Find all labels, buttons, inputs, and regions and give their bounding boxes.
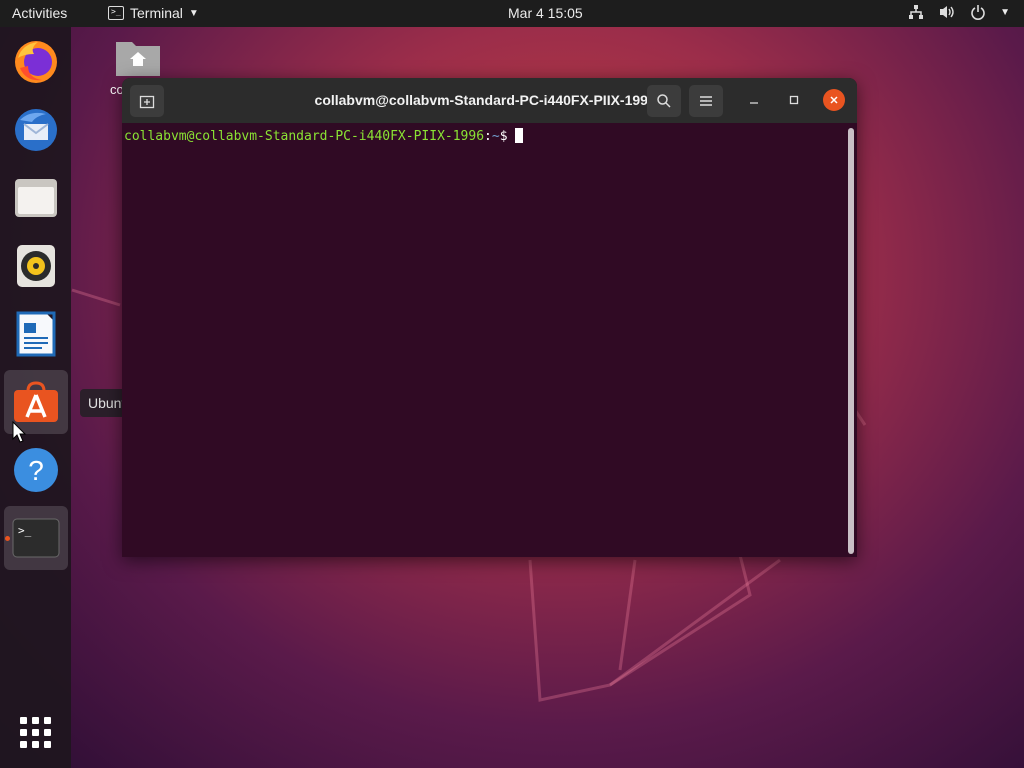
home-folder-icon — [116, 42, 160, 76]
hamburger-icon — [700, 96, 712, 106]
app-menu-label: Terminal — [130, 5, 183, 21]
scrollbar[interactable] — [848, 128, 854, 554]
maximize-button[interactable] — [783, 89, 805, 111]
terminal-icon: >_ — [108, 6, 124, 20]
clock[interactable]: Mar 4 15:05 — [508, 5, 583, 21]
close-button[interactable] — [823, 89, 845, 111]
close-icon — [830, 96, 838, 104]
prompt-symbol: $ — [499, 129, 516, 144]
dock-item-writer[interactable] — [4, 302, 68, 366]
minimize-icon — [750, 102, 758, 104]
terminal-output[interactable]: collabvm@collabvm-Standard-PC-i440FX-PII… — [122, 123, 857, 557]
terminal-headerbar[interactable]: collabvm@collabvm-Standard-PC-i440FX-PII… — [122, 78, 857, 123]
svg-text:>_: >_ — [18, 524, 32, 537]
power-icon — [971, 5, 985, 20]
dock-item-terminal[interactable]: >_ — [4, 506, 68, 570]
mouse-pointer-icon — [12, 421, 26, 443]
terminal-window[interactable]: collabvm@collabvm-Standard-PC-i440FX-PII… — [122, 78, 857, 557]
chevron-down-icon: ▼ — [188, 7, 199, 19]
activities-button[interactable]: Activities — [12, 5, 67, 21]
ubuntu-software-icon — [14, 381, 58, 422]
prompt-user: collabvm@collabvm-Standard-PC-i440FX-PII… — [124, 129, 485, 144]
dock-item-firefox[interactable] — [4, 30, 68, 94]
network-icon — [909, 5, 924, 19]
thunderbird-icon — [15, 109, 57, 151]
chevron-down-icon: ▼ — [1000, 6, 1010, 18]
dock-item-thunderbird[interactable] — [4, 98, 68, 162]
dock-item-rhythmbox[interactable] — [4, 234, 68, 298]
top-bar: Activities >_ Terminal ▼ Mar 4 15:05 ▼ — [0, 0, 1024, 27]
files-icon — [15, 179, 57, 217]
system-tray[interactable]: ▼ — [908, 4, 1010, 20]
menu-button[interactable] — [689, 85, 723, 117]
prompt-separator: : — [484, 129, 492, 144]
dock: ? >_ — [0, 27, 71, 768]
terminal-icon: >_ — [12, 518, 60, 558]
svg-text:?: ? — [28, 455, 44, 486]
app-grid-icon — [20, 717, 51, 748]
prompt-path: ~ — [491, 129, 500, 144]
search-button[interactable] — [647, 85, 681, 117]
rhythmbox-icon — [17, 245, 55, 287]
text-cursor — [515, 128, 524, 143]
help-icon: ? — [14, 448, 58, 492]
volume-icon — [940, 6, 954, 18]
maximize-icon — [789, 95, 799, 105]
dock-item-files[interactable] — [4, 166, 68, 230]
writer-icon — [16, 311, 56, 357]
running-indicator — [5, 536, 10, 541]
search-icon — [657, 94, 671, 108]
dock-item-help[interactable]: ? — [4, 438, 68, 502]
show-applications-button[interactable] — [4, 701, 68, 765]
app-menu[interactable]: >_ Terminal ▼ — [108, 5, 199, 21]
firefox-icon — [15, 41, 57, 83]
minimize-button[interactable] — [743, 89, 765, 111]
